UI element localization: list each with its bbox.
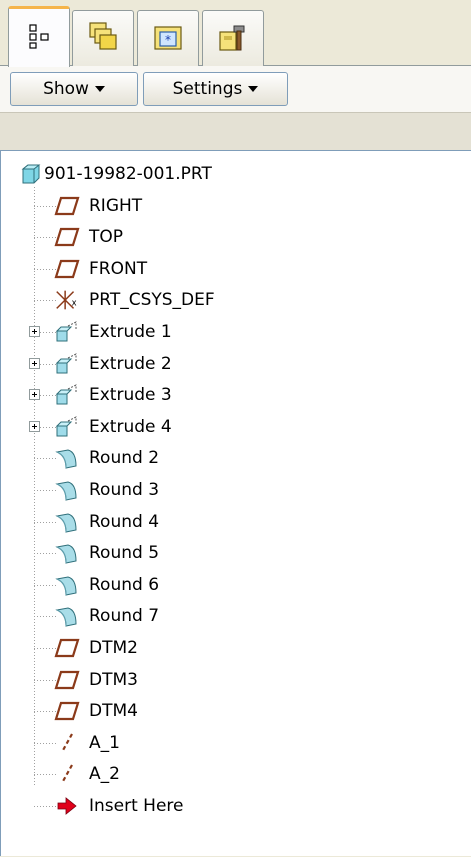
expand-plus-icon[interactable] [29, 326, 40, 337]
insert-here-arrow-icon [53, 791, 81, 821]
datum-plane-icon [53, 191, 81, 221]
datum-plane-icon [53, 633, 81, 663]
tree-item-label: FRONT [89, 258, 148, 279]
tree-item-label: Round 7 [89, 606, 160, 627]
tree-item-label: Round 4 [89, 511, 160, 532]
round-icon [53, 443, 81, 473]
tree-item[interactable]: A_2 [1, 759, 441, 789]
svg-text:x: x [72, 298, 77, 308]
tree-item[interactable]: Extrude 4 [1, 412, 441, 442]
datum-axis-icon [53, 728, 81, 758]
chevron-down-icon [94, 86, 105, 92]
model-tree-icon [26, 23, 52, 53]
part-icon [17, 159, 45, 189]
extrude-icon [53, 349, 81, 379]
tree-item[interactable]: Round 7 [1, 601, 441, 631]
extrude-icon [53, 412, 81, 442]
tab-tools[interactable] [202, 10, 264, 66]
tree-item[interactable]: FRONT [1, 254, 441, 284]
tree-item-label: Round 6 [89, 574, 160, 595]
round-icon [53, 507, 81, 537]
datum-axis-icon [53, 759, 81, 789]
tree-item-label: TOP [89, 227, 124, 248]
tree-item[interactable]: Round 6 [1, 570, 441, 600]
tree-item[interactable]: Round 2 [1, 443, 441, 473]
folder-browser-icon: * [151, 20, 185, 58]
tree-item-label: DTM4 [89, 701, 138, 722]
round-icon [53, 570, 81, 600]
tree-item[interactable]: DTM2 [1, 633, 441, 663]
tree-item[interactable]: Round 4 [1, 507, 441, 537]
tools-icon [216, 20, 250, 58]
tab-model-tree[interactable] [8, 6, 70, 67]
round-icon [53, 601, 81, 631]
tree-item-label: DTM3 [89, 669, 138, 690]
tree-item[interactable]: Insert Here [1, 791, 441, 821]
tree-item-label: A_1 [89, 732, 120, 753]
tree-item[interactable]: RIGHT [1, 191, 441, 221]
model-tree-pane[interactable]: 901-19982-001.PRT RIGHT TOP FRONT x PRT_C… [0, 150, 471, 856]
tree-item-label: RIGHT [89, 195, 143, 216]
navigator-tab-bar: * [0, 0, 471, 67]
datum-plane-icon [53, 222, 81, 252]
tab-layers[interactable] [72, 10, 134, 66]
settings-button-label: Settings [172, 79, 243, 99]
expand-plus-icon[interactable] [29, 420, 40, 432]
extrude-icon [53, 380, 81, 410]
tree-root-item[interactable]: 901-19982-001.PRT [1, 159, 441, 189]
tree-item-label: Extrude 2 [89, 353, 172, 374]
tree-item[interactable]: x PRT_CSYS_DEF [1, 285, 441, 315]
tree-item-label: Insert Here [89, 796, 184, 816]
tree-item-label: Extrude 3 [89, 385, 172, 406]
tree-item[interactable]: Extrude 2 [1, 349, 441, 379]
svg-text:*: * [165, 33, 171, 47]
tree-item[interactable]: DTM4 [1, 696, 441, 726]
extrude-icon [53, 317, 81, 347]
datum-plane-icon [53, 665, 81, 695]
tree-item-label: Round 5 [89, 543, 160, 564]
navigator-toolbar: Show Settings [0, 66, 471, 112]
tree-item-label: Extrude 4 [89, 416, 172, 437]
datum-plane-icon [53, 696, 81, 726]
tree-item-label: PRT_CSYS_DEF [89, 290, 215, 311]
expand-plus-icon[interactable] [29, 357, 40, 369]
tree-item[interactable]: Round 5 [1, 538, 441, 568]
show-button-label: Show [43, 79, 89, 99]
tree-item-label: 901-19982-001.PRT [44, 164, 212, 184]
show-dropdown-button[interactable]: Show [10, 72, 138, 106]
round-icon [53, 475, 81, 505]
coordinate-system-icon: x [53, 285, 81, 315]
tree-item[interactable]: DTM3 [1, 665, 441, 695]
tree-item-label: A_2 [89, 764, 120, 785]
tree-item[interactable]: TOP [1, 222, 441, 252]
tree-item[interactable]: Round 3 [1, 475, 441, 505]
tree-item-label: Round 3 [89, 480, 160, 500]
tree-item-label: DTM2 [89, 638, 138, 658]
tree-item-label: Extrude 1 [89, 322, 172, 342]
tree-item[interactable]: A_1 [1, 728, 441, 758]
column-header-strip [0, 112, 471, 150]
tree-item[interactable]: Extrude 1 [1, 317, 441, 347]
chevron-down-icon [248, 86, 259, 92]
tree-item-label: Round 2 [89, 448, 160, 469]
settings-dropdown-button[interactable]: Settings [143, 72, 288, 106]
layers-icon [86, 20, 120, 58]
round-icon [53, 538, 81, 568]
tree-item[interactable]: Extrude 3 [1, 380, 441, 410]
expand-plus-icon[interactable] [29, 389, 40, 401]
tab-folder-browser[interactable]: * [137, 10, 199, 66]
datum-plane-icon [53, 254, 81, 284]
